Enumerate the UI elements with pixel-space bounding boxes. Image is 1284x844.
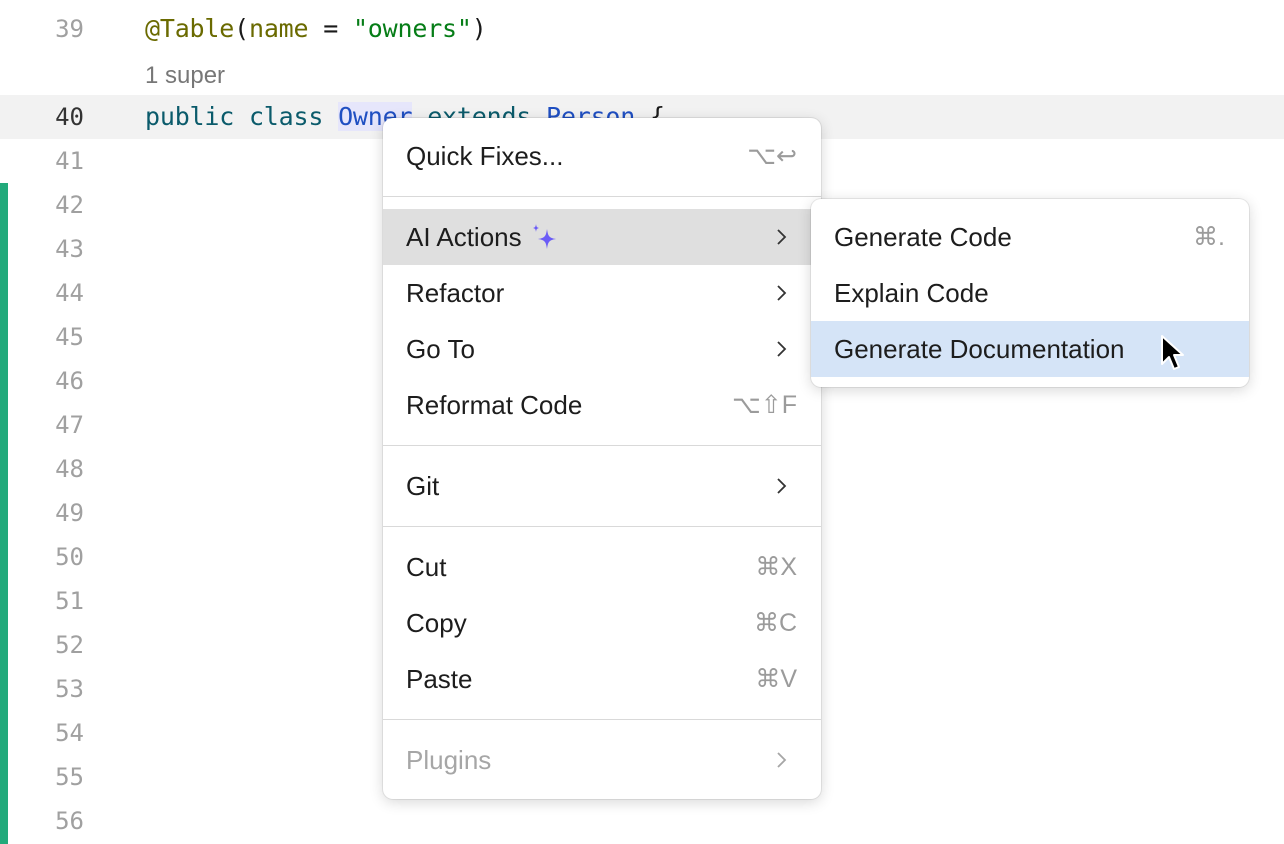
chevron-right-icon [777,229,787,245]
line-number: 39 [55,15,84,43]
menu-item-label: AI Actions [406,222,522,252]
line-number: 43 [55,235,84,263]
line-number: 53 [55,675,84,703]
chevron-right-icon [777,341,787,357]
line-number: 48 [55,455,84,483]
line-number: 47 [55,411,84,439]
menu-item-paste[interactable]: Paste ⌘V [383,651,821,707]
shortcut-hint: ⌘V [755,665,797,693]
menu-separator [383,526,821,527]
menu-item-label: Git [406,471,440,501]
token: @Table [145,14,235,43]
menu-item-plugins[interactable]: Plugins [383,732,821,788]
menu-item-label: Explain Code [834,278,989,308]
shortcut-hint: ⌘X [755,553,797,581]
line-number: 49 [55,499,84,527]
menu-item-label: Reformat Code [406,390,583,420]
menu-item-label: Quick Fixes... [406,141,564,171]
code-line[interactable]: 39 @Table(name = "owners") [0,7,1284,51]
token: public class [145,102,339,131]
token: = [308,14,353,43]
menu-item-explain-code[interactable]: Explain Code [811,265,1249,321]
shortcut-hint: ⌘. [1193,223,1225,251]
menu-item-label: Copy [406,608,467,638]
code-line[interactable]: 56 [0,799,1284,843]
line-number: 42 [55,191,84,219]
chevron-right-icon [777,478,787,494]
menu-item-refactor[interactable]: Refactor [383,265,821,321]
chevron-right-icon [777,285,787,301]
menu-item-label: Refactor [406,278,505,308]
line-number: 40 [55,103,84,131]
mouse-pointer-icon [1161,335,1184,370]
menu-item-copy[interactable]: Copy ⌘C [383,595,821,651]
line-number: 56 [55,807,84,835]
menu-item-label: Generate Code [834,222,1012,252]
menu-item-ai-actions[interactable]: AI Actions [383,209,821,265]
menu-separator [383,719,821,720]
menu-separator [383,196,821,197]
line-number: 46 [55,367,84,395]
shortcut-hint: ⌥↩ [747,142,797,170]
menu-item-quick-fixes[interactable]: Quick Fixes... ⌥↩ [383,128,821,184]
token: ) [471,14,487,43]
menu-separator [383,445,821,446]
line-number: 54 [55,719,84,747]
token: name [248,14,309,43]
line-number: 41 [55,147,84,175]
menu-item-label: Cut [406,552,447,582]
chevron-right-icon [777,752,787,768]
token: "owners" [352,14,472,43]
line-number: 55 [55,763,84,791]
menu-item-go-to[interactable]: Go To [383,321,821,377]
menu-item-cut[interactable]: Cut ⌘X [383,539,821,595]
line-number: 45 [55,323,84,351]
menu-item-label: Plugins [406,745,492,775]
line-number: 51 [55,587,84,615]
shortcut-hint: ⌥⇧F [731,391,797,419]
line-number: 50 [55,543,84,571]
menu-item-generate-code[interactable]: Generate Code ⌘. [811,209,1249,265]
menu-item-label: Generate Documentation [834,334,1125,364]
inlay-hint-super[interactable]: 1 super [145,62,225,90]
token: ( [234,14,249,43]
menu-item-git[interactable]: Git [383,458,821,514]
code-text: @Table(name = "owners") [145,7,487,51]
menu-item-label: Paste [406,664,473,694]
menu-item-reformat-code[interactable]: Reformat Code ⌥⇧F [383,377,821,433]
shortcut-hint: ⌘C [753,609,797,637]
sparkle-icon [532,224,556,249]
line-number: 44 [55,279,84,307]
line-number: 52 [55,631,84,659]
context-menu: Quick Fixes... ⌥↩ AI Actions Refactor Go… [383,118,821,799]
menu-item-label: Go To [406,334,475,364]
